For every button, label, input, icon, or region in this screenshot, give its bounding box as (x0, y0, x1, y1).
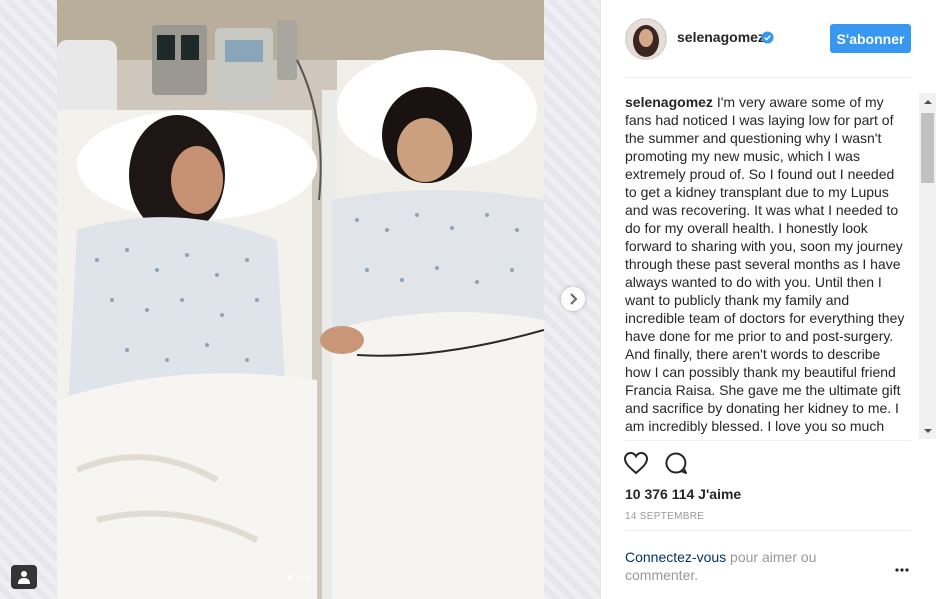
caption-username[interactable]: selenagomez (625, 94, 713, 110)
post-header: selenagomez S'abonner (601, 0, 940, 78)
post-date[interactable]: 14 SEPTEMBRE (625, 511, 704, 522)
triangle-up-icon (923, 99, 932, 104)
media-frame (0, 0, 601, 599)
carousel-indicator (287, 575, 310, 580)
carousel-dot (305, 575, 310, 580)
carousel-dot (287, 575, 292, 580)
post-photo[interactable] (57, 0, 544, 599)
caption-scrollbar[interactable] (919, 93, 936, 439)
follow-button[interactable]: S'abonner (830, 24, 911, 53)
likes-count[interactable]: 10 376 114 J'aime (625, 486, 741, 502)
triangle-down-icon (923, 428, 932, 433)
comment-button[interactable] (663, 450, 689, 476)
tagged-users-button[interactable] (11, 565, 37, 589)
scroll-down-button[interactable] (919, 422, 936, 439)
scroll-thumb[interactable] (921, 113, 934, 183)
more-options-icon (895, 568, 909, 572)
login-to-comment-prompt: Connectez-vous pour aimer ou commenter. (625, 548, 845, 584)
post-author-username[interactable]: selenagomez (677, 29, 765, 45)
carousel-next-button[interactable] (561, 287, 585, 311)
post-details-panel: selenagomez S'abonner selenagomez I'm ve… (601, 0, 940, 599)
scroll-up-button[interactable] (919, 93, 936, 110)
login-link[interactable]: Connectez-vous (625, 549, 726, 565)
hospital-photo-illustration (57, 0, 544, 599)
post-actions (623, 450, 689, 478)
avatar[interactable] (625, 18, 667, 60)
user-tag-icon (18, 571, 30, 584)
caption-scroll-area[interactable]: selenagomez I'm very aware some of my fa… (625, 93, 917, 439)
more-options-button[interactable] (891, 563, 913, 577)
carousel-dot (296, 575, 301, 580)
chevron-right-icon (570, 293, 578, 305)
heart-icon (623, 451, 649, 475)
verified-badge-icon (761, 31, 774, 44)
comment-bubble-icon (665, 452, 687, 474)
divider (625, 530, 911, 531)
like-button[interactable] (623, 450, 649, 476)
divider (625, 77, 911, 78)
avatar-image (626, 19, 666, 59)
caption-text: I'm very aware some of my fans had notic… (625, 94, 905, 439)
divider (625, 440, 911, 441)
post-caption: selenagomez I'm very aware some of my fa… (625, 93, 905, 439)
